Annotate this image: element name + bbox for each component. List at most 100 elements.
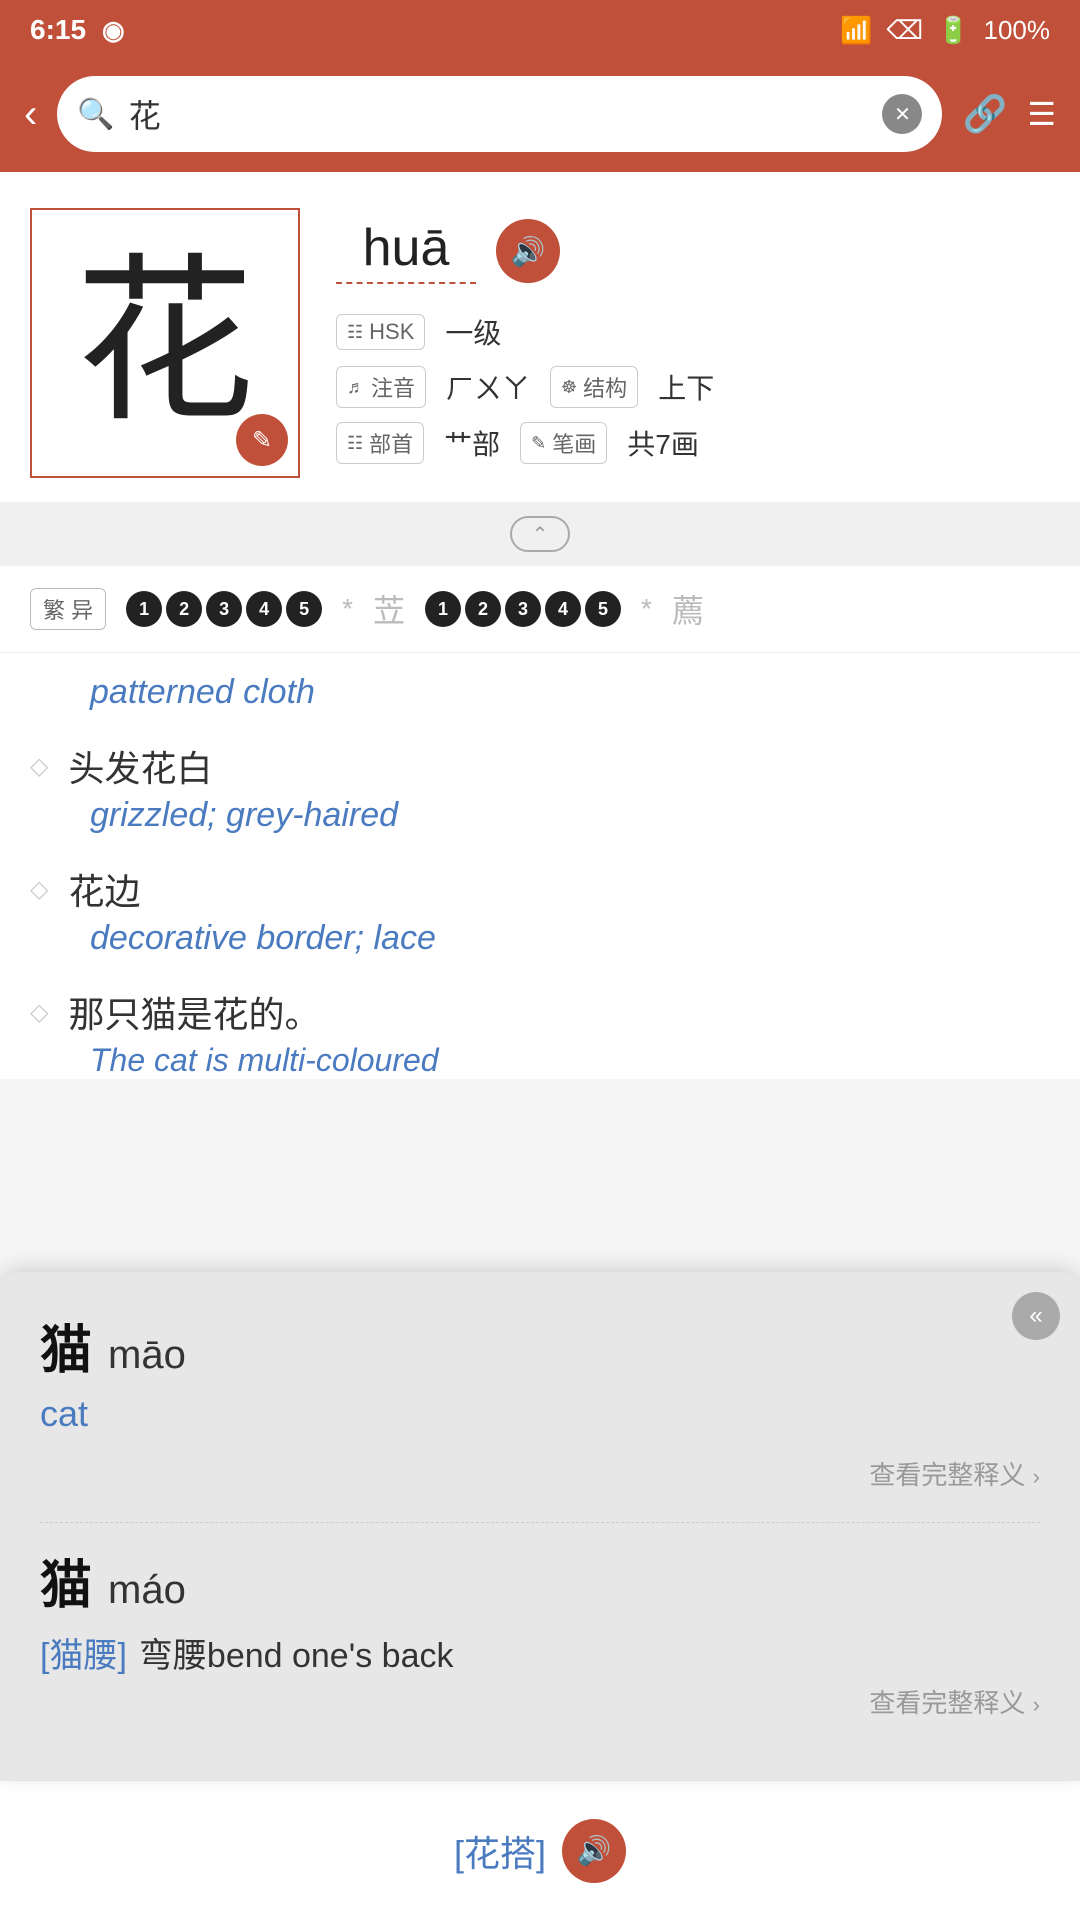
diamond-3: ◇	[30, 998, 48, 1027]
popup-english-0: cat	[40, 1393, 1040, 1435]
entry-1: ◇ 头发花白 grizzled; grey-haired	[30, 740, 1050, 835]
pronunciation-tag[interactable]: ♬ 注音	[336, 366, 426, 408]
hsk-icon: ☷	[347, 322, 363, 343]
search-box[interactable]: 🔍 花 ✕	[57, 76, 942, 152]
entry-2-chinese[interactable]: 花边	[68, 863, 140, 915]
bottom-audio-button[interactable]: 🔊	[562, 1819, 626, 1883]
pinyin-text: huā	[336, 218, 476, 284]
bottom-link-text: [花搭]	[454, 1825, 546, 1877]
pronunciation-row: ♬ 注音 ㄏㄨㄚ ☸ 结构 上下	[336, 366, 1050, 408]
popup-phrase-desc: 弯腰bend one's back	[139, 1628, 454, 1677]
popup-char-row-1: 猫 máo	[40, 1543, 1040, 1618]
num-circle-2[interactable]: 2	[166, 591, 202, 627]
variant2-nums: 1 2 3 4 5	[425, 591, 621, 627]
popup-see-more-0[interactable]: 查看完整释义 ›	[40, 1455, 1040, 1492]
audio-button[interactable]: 🔊	[496, 219, 560, 283]
hsk-tag[interactable]: ☷ HSK	[336, 314, 425, 350]
entry-0: patterned cloth	[30, 673, 1050, 712]
num-circle-4[interactable]: 4	[246, 591, 282, 627]
num-circle-8[interactable]: 3	[505, 591, 541, 627]
link-button[interactable]: 🔗	[962, 93, 1007, 135]
diamond-2: ◇	[30, 875, 48, 904]
strokes-value: 共7画	[627, 423, 699, 463]
popup-close-button[interactable]: «	[1012, 1292, 1060, 1340]
trad-char-2[interactable]: 薦	[672, 586, 704, 632]
status-app-icon: ◉	[102, 15, 125, 46]
entry-1-chinese[interactable]: 头发花白	[68, 740, 212, 792]
hsk-row: ☷ HSK 一级	[336, 312, 1050, 352]
popup-divider	[40, 1522, 1040, 1523]
popup-pinyin-1: máo	[108, 1568, 186, 1613]
entry-3: ◇ 那只猫是花的。 The cat is multi-coloured	[30, 986, 1050, 1079]
entry-0-english: patterned cloth	[90, 673, 1050, 712]
entry-2-chinese-row: ◇ 花边	[30, 863, 1050, 915]
status-bar: 6:15 ◉ 📶 ⌫ 🔋 100%	[0, 0, 1080, 60]
menu-button[interactable]: ☰	[1027, 95, 1056, 133]
header: ‹ 🔍 花 ✕ 🔗 ☰	[0, 60, 1080, 172]
popup-see-more-1[interactable]: 查看完整释义 ›	[40, 1683, 1040, 1720]
radical-tag[interactable]: ☷ 部首	[336, 422, 424, 464]
back-button[interactable]: ‹	[24, 94, 37, 134]
character-display: 花	[75, 253, 255, 433]
entry-2-english: decorative border; lace	[90, 919, 1050, 958]
popup-char-1: 猫	[40, 1543, 92, 1618]
popup-phrase-row: [猫腰] 弯腰bend one's back	[40, 1628, 1040, 1677]
radical-row: ☷ 部首 艹部 ✎ 笔画 共7画	[336, 422, 1050, 464]
character-box: 花 ✎	[30, 208, 300, 478]
edit-icon: ✎	[252, 426, 272, 455]
num-circle-7[interactable]: 2	[465, 591, 501, 627]
entry-1-chinese-row: ◇ 头发花白	[30, 740, 1050, 792]
collapse-button[interactable]: ⌃	[510, 516, 570, 552]
bottom-link[interactable]: [花搭] 🔊	[454, 1819, 626, 1883]
vibrate-icon: 📶	[840, 15, 872, 46]
trad-star-2: *	[641, 593, 652, 625]
popup-char-row-0: 猫 māo	[40, 1308, 1040, 1383]
num-circle-5[interactable]: 5	[286, 591, 322, 627]
trad-star-1: *	[342, 593, 353, 625]
num-circle-9[interactable]: 4	[545, 591, 581, 627]
popup-overlay: « 猫 māo cat 查看完整释义 › 猫 máo [猫腰] 弯腰bend o…	[0, 1272, 1080, 1780]
pinyin-row: huā 🔊	[336, 218, 1050, 284]
radical-icon: ☷	[347, 433, 363, 454]
radical-value: 艹部	[444, 423, 500, 463]
bottom-audio-icon: 🔊	[577, 1834, 612, 1867]
status-time: 6:15	[30, 14, 86, 46]
entry-1-english: grizzled; grey-haired	[90, 796, 1050, 835]
battery-icon: 🔋	[937, 15, 969, 46]
search-icon: 🔍	[77, 97, 114, 132]
content-area: patterned cloth ◇ 头发花白 grizzled; grey-ha…	[0, 653, 1080, 1079]
battery-percent: 100%	[984, 15, 1051, 46]
entry-3-english: The cat is multi-coloured	[90, 1042, 1050, 1079]
search-input[interactable]: 花	[129, 91, 869, 137]
variant1-nums: 1 2 3 4 5	[126, 591, 322, 627]
character-card: 花 ✎ huā 🔊 ☷ HSK 一级 ♬ 注音	[0, 172, 1080, 502]
wifi-icon: ⌫	[886, 15, 923, 46]
entry-3-chinese[interactable]: 那只猫是花的。	[68, 986, 320, 1038]
structure-tag[interactable]: ☸ 结构	[550, 366, 638, 408]
pronunciation-value: ㄏㄨㄚ	[446, 367, 530, 407]
num-circle-10[interactable]: 5	[585, 591, 621, 627]
character-info: huā 🔊 ☷ HSK 一级 ♬ 注音 ㄏㄨㄚ ☸	[336, 208, 1050, 464]
popup-pinyin-0: māo	[108, 1333, 186, 1378]
num-circle-1[interactable]: 1	[126, 591, 162, 627]
divider-row: ⌃	[0, 502, 1080, 566]
num-circle-3[interactable]: 3	[206, 591, 242, 627]
popup-phrase-bracket: [猫腰]	[40, 1628, 127, 1677]
edit-button[interactable]: ✎	[236, 414, 288, 466]
entry-3-chinese-row: ◇ 那只猫是花的。	[30, 986, 1050, 1038]
num-circle-6[interactable]: 1	[425, 591, 461, 627]
trad-char-1[interactable]: 苙	[373, 586, 405, 632]
info-rows: ☷ HSK 一级 ♬ 注音 ㄏㄨㄚ ☸ 结构 上下 ☷	[336, 312, 1050, 464]
clear-button[interactable]: ✕	[882, 94, 922, 134]
popup-entry-1: 猫 máo [猫腰] 弯腰bend one's back 查看完整释义 ›	[40, 1543, 1040, 1720]
popup-entry-0: 猫 māo cat 查看完整释义 ›	[40, 1308, 1040, 1492]
structure-icon: ☸	[561, 377, 577, 398]
strokes-icon: ✎	[531, 433, 546, 454]
trad-label[interactable]: 繁 异	[30, 588, 106, 630]
popup-char-0: 猫	[40, 1308, 92, 1383]
audio-icon: 🔊	[511, 235, 546, 268]
entry-2: ◇ 花边 decorative border; lace	[30, 863, 1050, 958]
pronunciation-icon: ♬	[347, 377, 365, 398]
strokes-tag[interactable]: ✎ 笔画	[520, 422, 607, 464]
structure-value: 上下	[658, 367, 714, 407]
